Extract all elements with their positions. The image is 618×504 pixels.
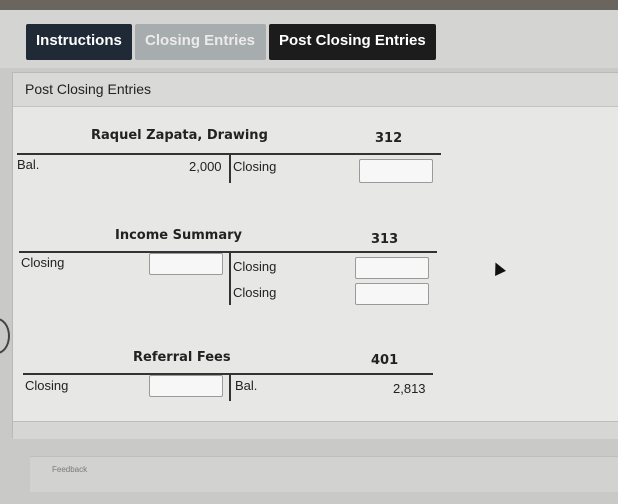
panel-header: Post Closing Entries (13, 73, 618, 107)
credit-entry-value: 2,813 (393, 381, 426, 396)
account-name: Income Summary (115, 228, 242, 243)
t-account-divider (229, 373, 231, 401)
credit-entry-label: Closing (233, 259, 277, 274)
closing-amount-input[interactable] (355, 283, 429, 305)
tab-bar: Instructions Closing Entries Post Closin… (0, 10, 618, 68)
browser-top-edge (0, 0, 618, 10)
t-account-divider (229, 153, 231, 183)
closing-amount-input[interactable] (359, 159, 433, 183)
debit-entry-label: Bal. (17, 157, 40, 172)
debit-entry-label: Closing (21, 255, 65, 270)
account-number: 312 (375, 131, 403, 146)
panel-footer (13, 421, 618, 439)
post-closing-panel: Post Closing Entries Raquel Zapata, Draw… (12, 72, 618, 439)
feedback-label[interactable]: Feedback (52, 465, 87, 474)
t-account-top-line (19, 251, 437, 253)
credit-entry-label: Bal. (235, 378, 258, 393)
credit-entry-label: Closing (233, 285, 277, 300)
debit-entry-value: 2,000 (189, 159, 222, 174)
closing-amount-input[interactable] (149, 253, 223, 275)
account-name: Referral Fees (133, 350, 231, 365)
account-number: 313 (371, 232, 399, 247)
closing-amount-input[interactable] (149, 375, 223, 397)
tab-instructions[interactable]: Instructions (26, 24, 132, 60)
panel-title: Post Closing Entries (25, 81, 152, 97)
credit-entry-label: Closing (233, 159, 277, 174)
t-account-divider (229, 251, 231, 305)
feedback-section: Feedback (30, 456, 618, 492)
t-account-top-line (23, 373, 433, 375)
account-number: 401 (371, 353, 399, 368)
closing-amount-input[interactable] (355, 257, 429, 279)
account-name: Raquel Zapata, Drawing (91, 128, 268, 143)
tab-closing-entries[interactable]: Closing Entries (135, 24, 266, 60)
debit-entry-label: Closing (25, 378, 69, 393)
edge-circle-shape (0, 318, 10, 354)
tab-post-closing-entries[interactable]: Post Closing Entries (269, 24, 436, 60)
